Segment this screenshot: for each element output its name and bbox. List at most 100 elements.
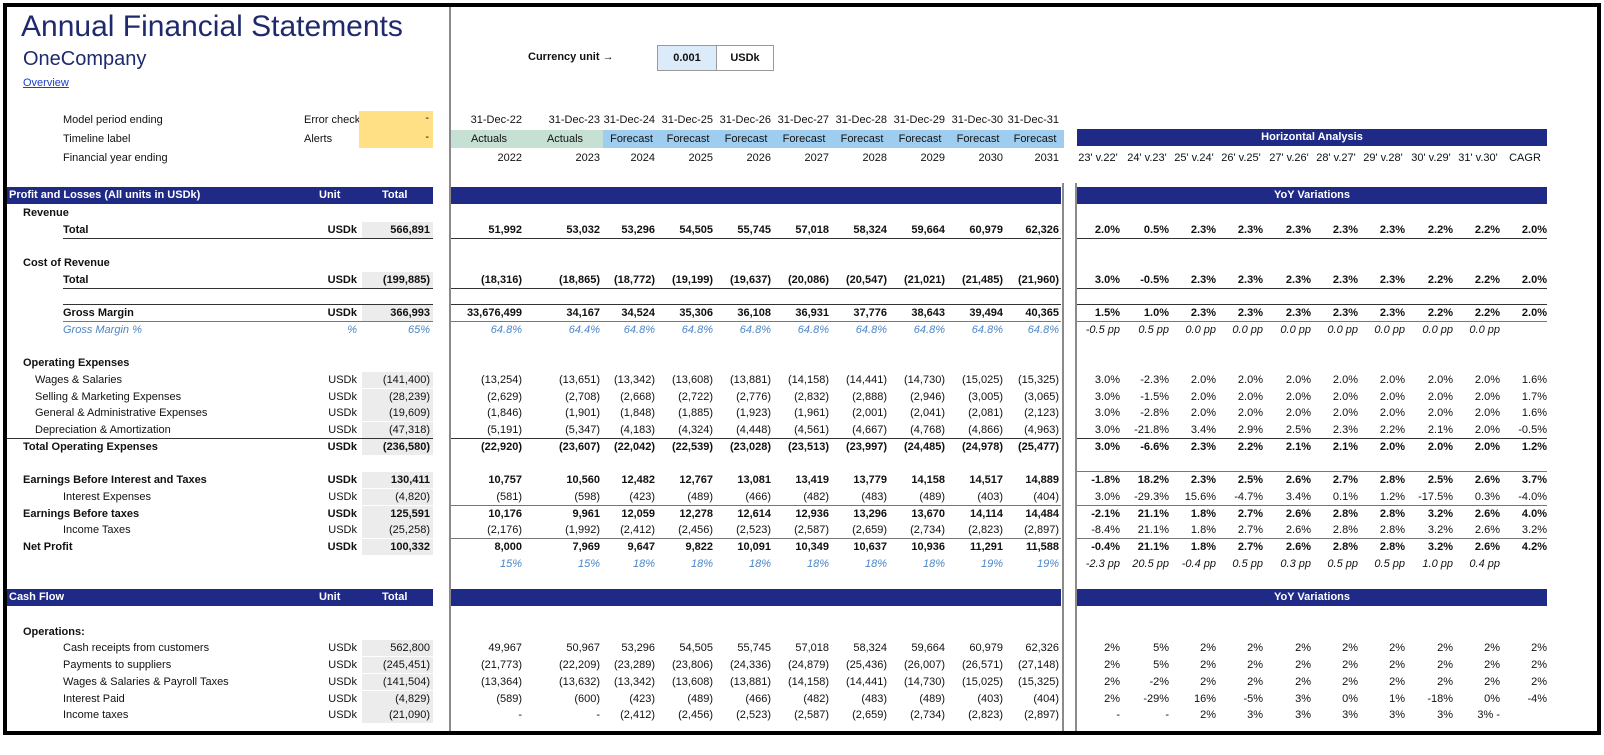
- row-total[interactable]: 130,411: [362, 472, 430, 488]
- ha-value: 2.0%: [1427, 390, 1453, 403]
- row-total[interactable]: 65%: [362, 322, 430, 338]
- row-value[interactable]: (2,123): [979, 405, 1059, 421]
- ha-value: 1.8%: [1190, 507, 1216, 520]
- row-value[interactable]: (5,191): [442, 422, 522, 438]
- row-value[interactable]: 62,326: [979, 222, 1059, 238]
- ha-value: 2.3%: [1190, 273, 1216, 286]
- currency-value-cell[interactable]: 0.001: [657, 45, 717, 71]
- row-total[interactable]: 100,332: [362, 539, 430, 555]
- ha-value: 2.8%: [1332, 541, 1358, 553]
- ha-value: 2.3%: [1379, 273, 1405, 286]
- row-overline: [1077, 304, 1547, 306]
- ha-value: 2.0%: [1190, 390, 1216, 403]
- row-value[interactable]: 62,326: [979, 640, 1059, 656]
- ha-value: 2%: [1247, 642, 1263, 655]
- row-value[interactable]: 49,967: [442, 640, 522, 656]
- row-value[interactable]: (15,325): [979, 372, 1059, 388]
- row-value[interactable]: 14,484: [979, 506, 1059, 522]
- row-total[interactable]: (141,504): [362, 674, 430, 690]
- row-overline: [451, 304, 1061, 306]
- row-value[interactable]: 64.8%: [979, 322, 1059, 338]
- row-value[interactable]: 11,588: [979, 539, 1059, 555]
- ha-value: 2.3%: [1237, 223, 1263, 236]
- row-value[interactable]: (25,477): [979, 439, 1059, 455]
- row-unit: USDk: [328, 374, 357, 386]
- row-total[interactable]: (25,258): [362, 522, 430, 538]
- row-value[interactable]: (1,846): [442, 405, 522, 421]
- row-unit: USDk: [327, 507, 357, 520]
- row-value[interactable]: 40,365: [979, 305, 1059, 321]
- row-value[interactable]: (22,920): [442, 439, 522, 455]
- row-value[interactable]: (13,254): [442, 372, 522, 388]
- row-total[interactable]: (4,820): [362, 489, 430, 505]
- ha-value: 2.8%: [1379, 541, 1405, 553]
- row-total[interactable]: (199,885): [362, 272, 430, 288]
- row-value[interactable]: (15,325): [979, 674, 1059, 690]
- row-total[interactable]: 566,891: [362, 222, 430, 238]
- row-total[interactable]: (141,400): [362, 372, 430, 388]
- row-label: Income Taxes: [63, 524, 131, 537]
- ha-value: 2.8%: [1332, 507, 1358, 520]
- ha-value: 2.1%: [1427, 424, 1453, 437]
- row-overline: [1077, 471, 1547, 473]
- row-total[interactable]: (28,239): [362, 389, 430, 405]
- row-value[interactable]: (581): [442, 489, 522, 505]
- row-value[interactable]: 15%: [442, 556, 522, 572]
- row-unit: USDk: [328, 675, 357, 688]
- ha-value: 3.0%: [1094, 490, 1120, 503]
- row-value[interactable]: (4,963): [979, 422, 1059, 438]
- ha-value: 2%: [1295, 642, 1311, 655]
- row-value[interactable]: (2,897): [979, 707, 1059, 723]
- row-value[interactable]: 10,176: [442, 506, 522, 522]
- row-total[interactable]: (21,090): [362, 707, 430, 723]
- row-value[interactable]: 10,757: [442, 472, 522, 488]
- row-value[interactable]: 8,000: [442, 539, 522, 555]
- ha-value: 3.0%: [1094, 424, 1120, 437]
- row-value[interactable]: 64.8%: [442, 322, 522, 338]
- unit-column-header: Unit: [319, 189, 341, 201]
- row-value[interactable]: (21,773): [442, 657, 522, 673]
- row-value[interactable]: (2,629): [442, 389, 522, 405]
- row-total[interactable]: (47,318): [362, 422, 430, 438]
- row-value[interactable]: 51,992: [442, 222, 522, 238]
- horizontal-analysis-title: Horizontal Analysis: [1261, 131, 1363, 143]
- row-total[interactable]: (4,829): [362, 691, 430, 707]
- row-value[interactable]: (404): [979, 489, 1059, 505]
- row-value[interactable]: (2,176): [442, 522, 522, 538]
- error-check-value[interactable]: -: [359, 112, 429, 124]
- ha-value: -1.5%: [1140, 390, 1169, 403]
- currency-unit-cell[interactable]: USDk: [716, 45, 774, 71]
- row-value[interactable]: -: [442, 707, 522, 723]
- row-unit: USDk: [328, 424, 357, 437]
- row-value[interactable]: (13,364): [442, 674, 522, 690]
- row-value[interactable]: 33,676,499: [442, 305, 522, 321]
- ha-value: 1%: [1389, 692, 1405, 705]
- ha-value: 2.3%: [1285, 307, 1311, 320]
- row-value[interactable]: 19%: [979, 556, 1059, 572]
- ha-value: 2.5%: [1427, 474, 1453, 487]
- row-value[interactable]: (21,960): [979, 272, 1059, 288]
- timeline-cell: Forecast: [716, 130, 776, 148]
- section-label: Operations:: [23, 625, 85, 638]
- ha-value: 2.0%: [1237, 390, 1263, 403]
- ha-value: 2.6%: [1285, 474, 1311, 487]
- row-total[interactable]: (245,451): [362, 657, 430, 673]
- alerts-value[interactable]: -: [359, 131, 429, 143]
- row-value[interactable]: 14,889: [979, 472, 1059, 488]
- ha-value: 2.6%: [1285, 507, 1311, 520]
- row-total[interactable]: (19,609): [362, 405, 430, 421]
- row-total[interactable]: 366,993: [362, 305, 430, 321]
- ha-value: -8.4%: [1091, 524, 1120, 537]
- row-value[interactable]: (404): [979, 691, 1059, 707]
- row-total[interactable]: (236,580): [362, 439, 430, 455]
- row-value[interactable]: (27,148): [979, 657, 1059, 673]
- row-value[interactable]: (3,065): [979, 389, 1059, 405]
- ha-value: 2%: [1104, 692, 1120, 705]
- row-total[interactable]: 125,591: [362, 506, 430, 522]
- row-value[interactable]: (589): [442, 691, 522, 707]
- row-value[interactable]: (2,897): [979, 522, 1059, 538]
- fiscal-year: 2031: [1034, 152, 1059, 164]
- row-total[interactable]: 562,800: [362, 640, 430, 656]
- row-value[interactable]: (18,316): [442, 272, 522, 288]
- overview-link[interactable]: Overview: [23, 77, 69, 89]
